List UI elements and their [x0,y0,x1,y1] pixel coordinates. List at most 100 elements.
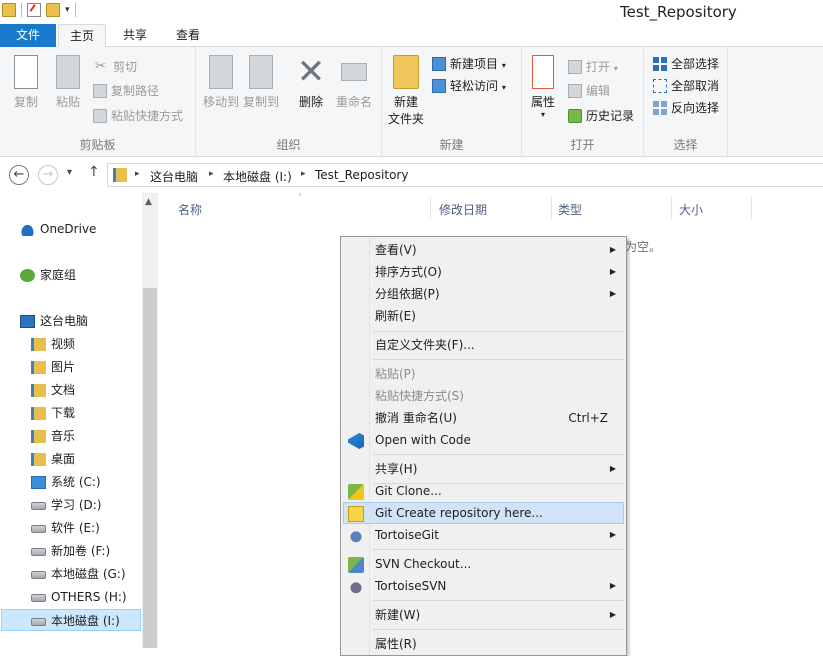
tab-view[interactable]: 查看 [164,24,212,47]
menu-item-git-clone[interactable]: Git Clone... [343,480,624,502]
delete-button[interactable]: ✕ 删除 [288,55,334,110]
new-folder-icon[interactable] [46,3,60,17]
nav-drive-e-label: 软件 (E:) [51,521,100,535]
properties-icon[interactable] [27,3,41,17]
copy-path-button[interactable]: 复制路径 [93,81,159,101]
pictures-folder-icon [31,361,46,374]
invert-selection-button[interactable]: 反向选择 [653,98,719,118]
edit-button[interactable]: 编辑 [568,81,610,101]
nav-drive-e[interactable]: 软件 (E:) [31,517,141,539]
nav-drive-c[interactable]: 系统 (C:) [31,471,141,493]
menu-item-git-create-repository[interactable]: Git Create repository here... [343,502,624,524]
address-row: ← → ▾ ↑ ▸ 这台电脑 ▸ 本地磁盘 (I:) ▸ Test_Reposi… [0,157,823,193]
history-button[interactable]: 历史记录 [568,106,634,126]
menu-item-view[interactable]: 查看(V) ▶ [343,239,624,261]
breadcrumb-drive-i[interactable]: 本地磁盘 (I:) [223,168,292,185]
paste-button[interactable]: 粘贴 [45,55,91,110]
address-bar[interactable]: ▸ 这台电脑 ▸ 本地磁盘 (I:) ▸ Test_Repository [107,163,823,187]
copy-button[interactable]: 复制 [3,55,49,110]
column-type[interactable]: 类型 [558,201,582,218]
cloud-icon [20,223,35,236]
menu-item-properties[interactable]: 属性(R) [343,633,624,655]
forward-button[interactable]: → [38,165,58,185]
tab-share[interactable]: 共享 [112,24,158,47]
menu-item-git-clone-label: Git Clone... [375,484,442,498]
menu-item-open-with-code[interactable]: Open with Code [343,429,624,451]
column-divider[interactable] [551,197,552,219]
navigation-pane: OneDrive 家庭组 这台电脑 视频 图片 文档 下载 音乐 桌面 系统 (… [0,193,158,648]
nav-this-pc[interactable]: 这台电脑 [20,310,140,332]
menu-item-svn-checkout-label: SVN Checkout... [375,557,472,571]
tab-file[interactable]: 文件 [0,24,56,47]
up-arrow-icon[interactable]: ↑ [88,164,100,180]
scroll-up-arrow-icon[interactable]: ▲ [145,197,152,207]
customize-toolbar-chevron-icon[interactable]: ▾ [65,5,70,15]
menu-item-new[interactable]: 新建(W) ▶ [343,604,624,626]
column-divider[interactable] [751,197,752,219]
toolbar-divider [21,3,22,17]
paste-shortcut-button[interactable]: 粘贴快捷方式 [93,106,183,126]
open-button[interactable]: 打开 ▾ [568,57,618,77]
window-title: Test_Repository [620,3,737,21]
nav-pictures[interactable]: 图片 [31,356,141,378]
nav-drive-g[interactable]: 本地磁盘 (G:) [31,563,141,585]
menu-item-share[interactable]: 共享(H) ▶ [343,458,624,480]
nav-scrollbar[interactable]: ▲ [142,193,158,648]
menu-item-customize-folder[interactable]: 自定义文件夹(F)... [343,334,624,356]
copy-to-button[interactable]: 复制到 [238,55,284,110]
column-divider[interactable] [430,197,431,219]
select-none-button[interactable]: 全部取消 [653,76,719,96]
cut-button[interactable]: ✂ 剪切 [95,57,137,77]
nav-drive-d[interactable]: 学习 (D:) [31,494,141,516]
tortoisegit-icon [348,528,364,544]
menu-item-refresh[interactable]: 刷新(E) [343,305,624,327]
select-all-button[interactable]: 全部选择 [653,54,719,74]
menu-item-sort-by[interactable]: 排序方式(O) ▶ [343,261,624,283]
nav-onedrive[interactable]: OneDrive [20,218,140,240]
menu-item-svn-checkout[interactable]: SVN Checkout... [343,553,624,575]
folder-icon [113,168,127,182]
breadcrumb-this-pc[interactable]: 这台电脑 [150,168,198,185]
nav-drive-h[interactable]: OTHERS (H:) [31,586,141,608]
select-all-icon [653,57,667,71]
nav-desktop-label: 桌面 [51,452,76,466]
nav-scrollbar-thumb[interactable] [143,288,157,648]
breadcrumb-test-repository[interactable]: Test_Repository [315,168,408,182]
column-modified[interactable]: 修改日期 [439,201,487,218]
menu-item-tortoisegit[interactable]: TortoiseGit ▶ [343,524,624,546]
nav-desktop[interactable]: 桌面 [31,448,141,470]
menu-item-undo-rename[interactable]: 撤消 重命名(U) Ctrl+Z [343,407,624,429]
menu-item-tortoisesvn[interactable]: TortoiseSVN ▶ [343,575,624,597]
nav-documents[interactable]: 文档 [31,379,141,401]
nav-drive-i[interactable]: 本地磁盘 (I:) [1,609,141,631]
nav-videos[interactable]: 视频 [31,333,141,355]
computer-icon [20,315,35,328]
paste-icon [56,55,80,89]
menu-item-paste-shortcut[interactable]: 粘贴快捷方式(S) [343,385,624,407]
properties-button[interactable]: 属性 ▾ [520,55,566,119]
back-button[interactable]: ← [9,165,29,185]
menu-item-undo-shortcut: Ctrl+Z [568,411,608,425]
nav-drive-g-label: 本地磁盘 (G:) [51,567,126,581]
rename-button[interactable]: 重命名 [331,55,377,110]
drive-icon [31,618,46,626]
column-name[interactable]: 名称 [178,201,202,218]
tab-home[interactable]: 主页 [58,24,106,48]
new-folder-button[interactable]: 新建 文件夹 [383,55,429,127]
column-size[interactable]: 大小 [679,201,703,218]
nav-homegroup[interactable]: 家庭组 [20,264,140,286]
menu-item-group-by[interactable]: 分组依据(P) ▶ [343,283,624,305]
nav-music[interactable]: 音乐 [31,425,141,447]
menu-item-paste[interactable]: 粘贴(P) [343,363,624,385]
easy-access-button[interactable]: 轻松访问 ▾ [432,76,506,96]
nav-videos-label: 视频 [51,337,76,351]
recent-locations-chevron-icon[interactable]: ▾ [67,167,72,178]
submenu-arrow-icon: ▶ [609,610,616,619]
nav-drive-f[interactable]: 新加卷 (F:) [31,540,141,562]
new-item-button[interactable]: 新建项目 ▾ [432,54,506,74]
nav-downloads[interactable]: 下载 [31,402,141,424]
tortoisesvn-icon [348,579,364,595]
copy-path-label: 复制路径 [111,84,160,98]
invert-selection-icon [653,101,667,115]
column-divider[interactable] [671,197,672,219]
